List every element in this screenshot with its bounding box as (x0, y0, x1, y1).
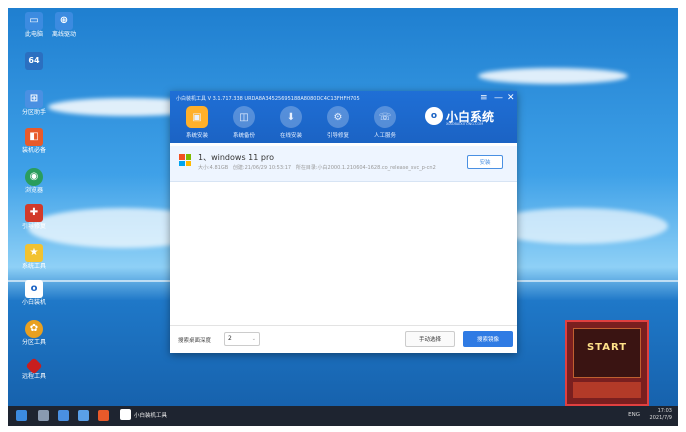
star-tool-icon: ★ (25, 244, 43, 262)
desktop-icon-xiaobai[interactable]: o 小白装机 (12, 280, 56, 307)
xiaobai-logo-icon: o (425, 107, 443, 125)
search-icon[interactable] (38, 410, 49, 421)
language-indicator[interactable]: ENG (628, 412, 640, 418)
system-clock[interactable]: 17:03 2021/7/9 (650, 408, 672, 421)
flower-icon: ✿ (25, 320, 43, 338)
tools-icon: ◧ (25, 128, 43, 146)
explorer-icon[interactable] (58, 410, 69, 421)
desktop-icon-64[interactable]: 64 (12, 52, 56, 72)
arcade-screen: START (573, 328, 641, 378)
windows-logo-icon (179, 154, 191, 166)
desktop-icon-network[interactable]: ⊕ 离线驱动 (42, 12, 86, 39)
64bit-icon: 64 (25, 52, 43, 70)
desktop-icon-repair[interactable]: ✚ 引导修复 (12, 204, 56, 231)
menu-icon[interactable]: ≡ (480, 93, 488, 103)
window-title: 小白装机工具 V 3.1.717.338 URDA8A34525695188A8… (176, 96, 360, 102)
tab-manual-service[interactable]: ☏ 人工服务 (363, 106, 407, 139)
search-image-button[interactable]: 搜索镜像 (463, 331, 513, 347)
brand-url: XIAOBAIXITONG.COM (446, 122, 484, 126)
browser-icon: ◉ (25, 168, 43, 186)
brand-logo: o 小白系统 XIAOBAIXITONG.COM (425, 107, 494, 126)
network-icon: ⊕ (55, 12, 73, 30)
search-depth-select[interactable]: 2 ⌄ (224, 332, 260, 346)
arcade-controls (573, 382, 641, 398)
repair-tool-icon: ⚙ (327, 106, 349, 128)
backup-icon: ◫ (233, 106, 255, 128)
download-icon: ⬇ (280, 106, 302, 128)
manual-select-button[interactable]: 手动选择 (405, 331, 455, 347)
os-details: 大小:4.81GB 创建:21/06/29 10:53:17 所在目录:小白20… (198, 164, 436, 171)
minimize-icon[interactable]: — (494, 93, 503, 103)
desktop-icon-browser[interactable]: ◉ 浏览器 (12, 168, 56, 195)
chat-icon: ☏ (374, 106, 396, 128)
installer-window: 小白装机工具 V 3.1.717.338 URDA8A34525695188A8… (170, 91, 517, 353)
desktop-icon-remote[interactable]: 远程工具 (12, 357, 56, 381)
install-icon: ▣ (186, 106, 208, 128)
chevron-down-icon: ⌄ (251, 336, 256, 342)
tab-boot-repair[interactable]: ⚙ 引导修复 (316, 106, 360, 139)
repair-icon: ✚ (25, 204, 43, 222)
install-button[interactable]: 安装 (467, 155, 503, 169)
ad-start-text: START (586, 342, 628, 353)
xiaobai-icon: o (25, 280, 43, 298)
os-size: 大小:4.81GB (198, 165, 229, 171)
search-depth-label: 搜索桌面深度 (178, 338, 212, 344)
taskbar: 小白装机工具 ENG 17:03 2021/7/9 (8, 406, 678, 426)
partition-icon: ⊞ (25, 90, 43, 108)
tab-system-backup[interactable]: ◫ 系统备份 (222, 106, 266, 139)
tool-icon[interactable] (98, 410, 109, 421)
network-tool-icon[interactable] (78, 410, 89, 421)
cloud (478, 68, 628, 84)
start-icon[interactable] (16, 410, 27, 421)
desktop: ▭ 此电脑 ⊕ 离线驱动 64 ⊞ 分区助手 ◧ 装机必备 ◉ 浏览器 ✚ 引导… (8, 8, 678, 426)
desktop-icon-system-tools[interactable]: ★ 系统工具 (12, 244, 56, 271)
os-name: 1、windows 11 pro (198, 153, 274, 162)
installer-footer: 搜索桌面深度 2 ⌄ 手动选择 搜索镜像 (170, 325, 517, 353)
computer-icon: ▭ (25, 12, 43, 30)
os-list-item[interactable]: 1、windows 11 pro 大小:4.81GB 创建:21/06/29 1… (170, 146, 517, 182)
desktop-icon-partition[interactable]: ⊞ 分区助手 (12, 90, 56, 117)
desktop-icon-tools[interactable]: ◧ 装机必备 (12, 128, 56, 155)
tab-system-install[interactable]: ▣ 系统安装 (175, 106, 219, 139)
xiaobai-app-icon (120, 409, 131, 420)
os-date: 创建:21/06/29 10:53:17 (232, 165, 292, 171)
game-ad-widget[interactable]: START (565, 320, 649, 406)
tab-online-install[interactable]: ⬇ 在线安装 (269, 106, 313, 139)
diamond-icon (25, 357, 43, 375)
close-icon[interactable]: ✕ (507, 93, 515, 103)
desktop-icon-partition-tool[interactable]: ✿ 分区工具 (12, 320, 56, 347)
taskbar-app-xiaobai[interactable]: 小白装机工具 (120, 409, 167, 420)
os-path: 所在目录:小白2000.1.210604-1628.co_release_svc… (295, 165, 436, 171)
installer-header: 小白装机工具 V 3.1.717.338 URDA8A34525695188A8… (170, 91, 517, 143)
